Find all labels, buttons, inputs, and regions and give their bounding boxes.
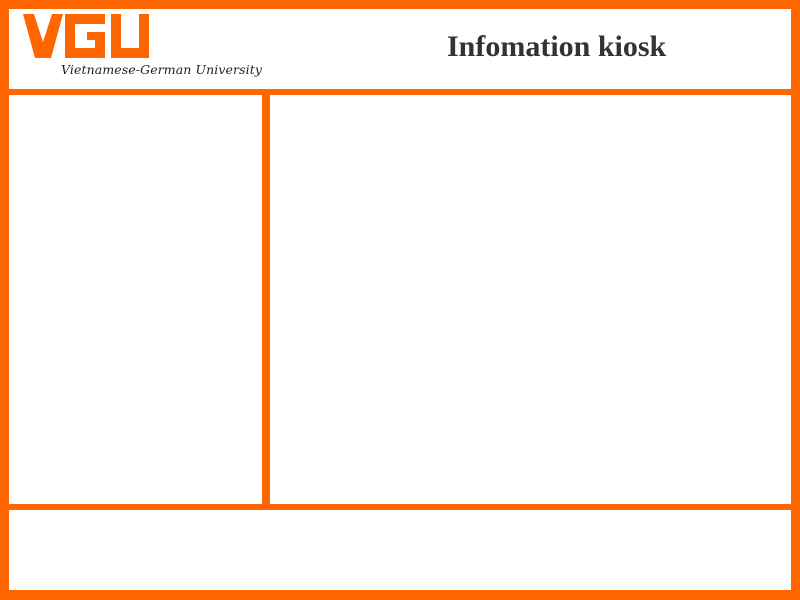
header: Vietnamese-German University Infomation … bbox=[9, 9, 791, 89]
university-tagline: Vietnamese-German University bbox=[61, 62, 263, 77]
vgu-logo bbox=[23, 14, 151, 58]
footer bbox=[9, 510, 791, 590]
kiosk-frame: Vietnamese-German University Infomation … bbox=[0, 0, 800, 600]
main-content-panel bbox=[270, 95, 791, 504]
left-panel bbox=[9, 95, 262, 504]
vgu-logo-mark bbox=[23, 14, 149, 58]
page-title: Infomation kiosk bbox=[447, 30, 667, 63]
